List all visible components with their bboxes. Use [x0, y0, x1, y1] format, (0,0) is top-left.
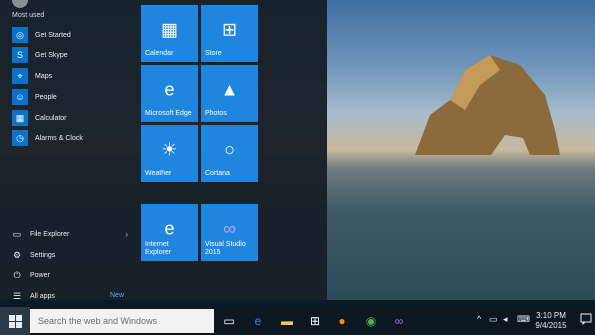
chevron-up-icon[interactable]: ^	[477, 314, 481, 324]
user-avatar[interactable]	[12, 0, 28, 8]
people-icon: ☺	[12, 89, 28, 105]
app-item-label: Calculator	[35, 114, 67, 122]
tile-internet-explorer[interactable]: e Internet Explorer	[141, 204, 198, 261]
internet-explorer-icon: e	[164, 218, 175, 239]
file-explorer-icon: ▭	[12, 228, 22, 239]
tile-label: Visual Studio 2015	[205, 241, 246, 256]
menu-item-label: Settings	[30, 251, 56, 259]
visual-studio-icon: ∞	[223, 218, 236, 239]
app-item-get-skype[interactable]: S Get Skype	[12, 47, 68, 63]
rock-arch-icon	[415, 55, 560, 155]
menu-item-label: All apps	[30, 292, 55, 300]
menu-item-label: File Explorer	[30, 230, 70, 238]
tile-label: Store	[205, 50, 222, 57]
tile-visual-studio[interactable]: ∞ Visual Studio 2015	[201, 204, 258, 261]
app-item-calculator[interactable]: ▦ Calculator	[12, 110, 67, 126]
app-item-people[interactable]: ☺ People	[12, 89, 57, 105]
keyboard-icon[interactable]: ⌨	[517, 314, 530, 325]
alarm-clock-icon: ◷	[12, 130, 28, 146]
chevron-right-icon[interactable]: ›	[125, 230, 128, 239]
tile-store[interactable]: ⊞ Store	[201, 5, 258, 62]
tile-label: Cortana	[205, 170, 230, 177]
tile-label: Internet Explorer	[145, 241, 172, 256]
tile-label: Microsoft Edge	[145, 110, 192, 117]
tile-calendar[interactable]: ▦ Calendar	[141, 5, 198, 62]
search-input[interactable]: Search the web and Windows	[30, 309, 214, 333]
tile-cortana[interactable]: ○ Cortana	[201, 125, 258, 182]
tile-label: Weather	[145, 170, 172, 177]
start-left-column: Most used ◎ Get Started S Get Skype ⌖ Ma…	[0, 0, 132, 303]
menu-item-label: Power	[30, 271, 50, 279]
tile-weather[interactable]: ☀ Weather	[141, 125, 198, 182]
edge-icon: e	[164, 79, 175, 100]
app-item-label: Get Started	[35, 31, 71, 39]
start-button[interactable]	[0, 307, 30, 335]
app-item-get-started[interactable]: ◎ Get Started	[12, 27, 71, 43]
gear-icon: ⚙	[12, 249, 22, 260]
all-apps-icon: ☰	[12, 290, 22, 301]
photos-icon: ▲	[220, 79, 239, 100]
edge-icon[interactable]: e	[247, 311, 269, 331]
task-view-icon[interactable]: ▭	[218, 311, 240, 331]
battery-icon[interactable]: ▭	[489, 314, 498, 325]
app-item-label: People	[35, 93, 57, 101]
tile-label: Calendar	[145, 50, 174, 57]
clock-time: 3:10 PM	[536, 311, 566, 320]
file-explorer-icon[interactable]: ▬	[276, 311, 298, 331]
tile-microsoft-edge[interactable]: e Microsoft Edge	[141, 65, 198, 122]
taskbar: Search the web and Windows ▭ e ▬ ⊞ ● ◉ ∞…	[0, 307, 595, 335]
calculator-icon: ▦	[12, 110, 28, 126]
app-item-label: Maps	[35, 72, 53, 80]
menu-item-file-explorer[interactable]: ▭ File Explorer ›	[12, 227, 132, 241]
app-item-label: Get Skype	[35, 51, 68, 59]
volume-icon[interactable]: ◂	[503, 314, 508, 325]
weather-icon: ☀	[161, 139, 178, 160]
chrome-icon[interactable]: ◉	[360, 311, 382, 331]
skype-icon: S	[12, 47, 28, 63]
firefox-icon[interactable]: ●	[331, 311, 353, 331]
app-item-label: Alarms & Clock	[35, 134, 83, 142]
lightbulb-icon: ◎	[12, 27, 28, 43]
cortana-icon: ○	[224, 139, 235, 160]
app-item-alarms-clock[interactable]: ◷ Alarms & Clock	[12, 130, 83, 146]
tile-label: Photos	[205, 110, 227, 117]
power-icon: ⏻	[13, 269, 21, 280]
store-icon: ⊞	[221, 19, 238, 40]
most-used-label: Most used	[12, 12, 45, 19]
menu-item-all-apps[interactable]: ☰ All apps	[12, 289, 55, 303]
clock-date: 9/4/2015	[535, 321, 567, 330]
visual-studio-icon[interactable]: ∞	[388, 311, 410, 331]
calendar-icon: ▦	[160, 19, 179, 40]
store-icon[interactable]: ⊞	[304, 311, 326, 331]
windows-logo-icon	[8, 314, 22, 328]
tile-photos[interactable]: ▲ Photos	[201, 65, 258, 122]
system-tray: ^ ▭ ◂ ⌨ 3:10 PM 9/4/2015	[475, 307, 595, 335]
app-item-maps[interactable]: ⌖ Maps	[12, 68, 52, 84]
new-badge: New	[110, 292, 125, 299]
menu-item-settings[interactable]: ⚙ Settings	[12, 248, 55, 262]
menu-item-power[interactable]: ⏻ Power	[12, 268, 50, 282]
map-icon: ⌖	[12, 68, 28, 84]
notification-icon[interactable]	[580, 313, 592, 325]
start-menu: Most used ◎ Get Started S Get Skype ⌖ Ma…	[0, 0, 327, 303]
clock[interactable]: 3:10 PM 9/4/2015	[533, 311, 569, 331]
